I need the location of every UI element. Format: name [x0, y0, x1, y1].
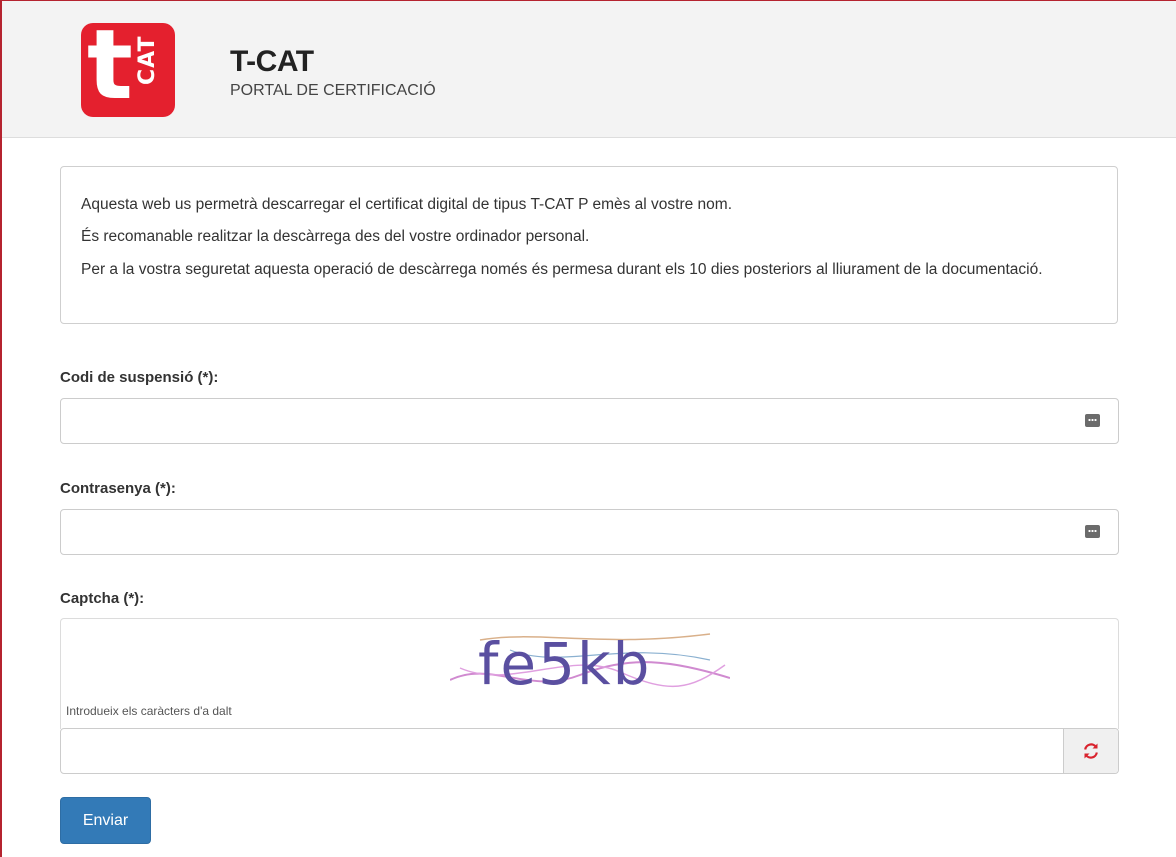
info-line-1: Aquesta web us permetrà descarregar el c…	[81, 196, 733, 213]
site-subtitle: PORTAL DE CERTIFICACIÓ	[230, 82, 436, 99]
captcha-input[interactable]	[61, 729, 1061, 773]
submit-button[interactable]: Enviar	[60, 797, 151, 844]
captcha-field-wrapper	[60, 728, 1119, 774]
password-manager-icon[interactable]	[1085, 525, 1100, 538]
info-panel: Aquesta web us permetrà descarregar el c…	[60, 166, 1118, 324]
captcha-text: fe5kb	[478, 630, 651, 695]
password-manager-icon[interactable]	[1085, 414, 1100, 427]
info-line-2: És recomanable realitzar la descàrrega d…	[81, 228, 590, 245]
refresh-icon	[1084, 743, 1098, 759]
password-input[interactable]	[61, 510, 1061, 554]
password-label: Contrasenya (*):	[60, 480, 176, 497]
code-label: Codi de suspensió (*):	[60, 369, 219, 386]
logo-letter: t	[87, 23, 133, 117]
suspension-code-input[interactable]	[61, 399, 1061, 443]
tcat-logo: t CAT	[81, 23, 175, 117]
refresh-captcha-button[interactable]	[1063, 729, 1118, 773]
info-line-3: Per a la vostra seguretat aquesta operac…	[81, 261, 1043, 278]
captcha-image: fe5kb	[450, 630, 730, 695]
site-title: T-CAT	[230, 45, 314, 78]
site-header: t CAT T-CAT PORTAL DE CERTIFICACIÓ	[2, 1, 1176, 138]
logo-small-text: CAT	[135, 35, 160, 85]
password-field-wrapper	[60, 509, 1119, 555]
captcha-hint: Introdueix els caràcters d'a dalt	[66, 704, 232, 718]
code-field-wrapper	[60, 398, 1119, 444]
captcha-label: Captcha (*):	[60, 590, 145, 607]
